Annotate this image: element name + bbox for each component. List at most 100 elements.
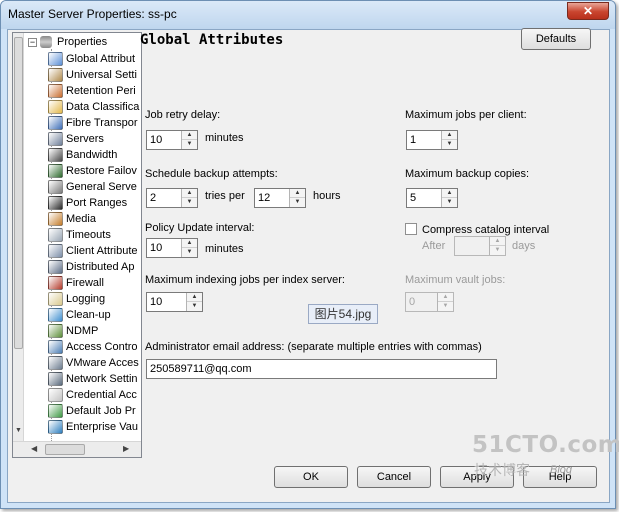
tree-item[interactable]: Timeouts	[47, 227, 141, 243]
stepper-down-icon[interactable]: ▼	[438, 302, 453, 311]
clean-up-icon	[48, 308, 63, 322]
horizontal-scrollbar-thumb[interactable]	[45, 444, 85, 455]
apply-button[interactable]: Apply	[440, 466, 514, 488]
properties-tree[interactable]: ▼ − Properties Global Attribut Universal …	[12, 32, 142, 458]
tree-item-label: Network Settin	[66, 373, 138, 385]
scrollbar-thumb[interactable]	[14, 37, 23, 349]
schedule-backup-attempts-stepper[interactable]: 2 ▲ ▼	[146, 188, 198, 208]
stepper-down-icon[interactable]: ▼	[290, 198, 305, 207]
policy-update-interval-label: Policy Update interval:	[145, 222, 255, 234]
database-icon	[40, 36, 52, 48]
defaults-button[interactable]: Defaults	[521, 28, 591, 50]
stepper-arrows[interactable]: ▲ ▼	[181, 189, 197, 207]
port-ranges-icon	[48, 196, 63, 210]
help-button[interactable]: Help	[523, 466, 597, 488]
schedule-hours-stepper[interactable]: 12 ▲ ▼	[254, 188, 306, 208]
compress-days-stepper[interactable]: ▲ ▼	[454, 236, 506, 256]
tree-horizontal-scrollbar[interactable]: ◀ ▶	[13, 441, 141, 457]
admin-email-field[interactable]: 250589711@qq.com	[146, 359, 497, 379]
stepper-down-icon[interactable]: ▼	[182, 140, 197, 149]
max-jobs-per-client-value: 1	[410, 134, 417, 146]
tree-item-label: Universal Setti	[66, 69, 137, 81]
tree-item[interactable]: Client Attribute	[47, 243, 141, 259]
job-retry-delay-stepper[interactable]: 10 ▲ ▼	[146, 130, 198, 150]
tree-item[interactable]: Data Classifica	[47, 99, 141, 115]
tree-item[interactable]: Bandwidth	[47, 147, 141, 163]
stepper-up-icon[interactable]: ▲	[290, 189, 305, 198]
max-jobs-per-client-label: Maximum jobs per client:	[405, 109, 527, 121]
scroll-down-arrow-icon[interactable]: ▼	[15, 427, 22, 434]
title-bar: Master Server Properties: ss-pc ✕	[1, 1, 615, 29]
stepper-down-icon[interactable]: ▼	[442, 198, 457, 207]
stepper-arrows[interactable]: ▲ ▼	[181, 131, 197, 149]
tree-item[interactable]: NDMP	[47, 323, 141, 339]
stepper-up-icon[interactable]: ▲	[182, 239, 197, 248]
compress-catalog-checkbox[interactable]	[405, 223, 417, 235]
tree-item[interactable]: Enterprise Vau	[47, 419, 141, 435]
stepper-down-icon[interactable]: ▼	[490, 246, 505, 255]
tree-vertical-scrollbar[interactable]: ▼	[13, 33, 24, 443]
tree-items: Global Attribut Universal Setti Retention …	[47, 51, 141, 435]
tree-item[interactable]: Fibre Transpor	[47, 115, 141, 131]
stepper-arrows[interactable]: ▲ ▼	[181, 239, 197, 257]
close-button[interactable]: ✕	[567, 2, 609, 20]
tree-item[interactable]: Access Contro	[47, 339, 141, 355]
tree-item[interactable]: Firewall	[47, 275, 141, 291]
stepper-arrows[interactable]: ▲ ▼	[186, 293, 202, 311]
credential-access-icon	[48, 388, 63, 402]
ok-button[interactable]: OK	[274, 466, 348, 488]
tree-item[interactable]: Universal Setti	[47, 67, 141, 83]
stepper-down-icon[interactable]: ▼	[182, 198, 197, 207]
stepper-up-icon[interactable]: ▲	[187, 293, 202, 302]
stepper-up-icon[interactable]: ▲	[438, 293, 453, 302]
stepper-up-icon[interactable]: ▲	[182, 189, 197, 198]
general-server-icon	[48, 180, 63, 194]
stepper-arrows[interactable]: ▲ ▼	[441, 189, 457, 207]
tree-item-label: Timeouts	[66, 229, 111, 241]
max-backup-copies-stepper[interactable]: 5 ▲ ▼	[406, 188, 458, 208]
tree-item[interactable]: Port Ranges	[47, 195, 141, 211]
tree-item[interactable]: VMware Acces	[47, 355, 141, 371]
max-vault-jobs-stepper[interactable]: 0 ▲ ▼	[405, 292, 454, 312]
tree-item-label: Fibre Transpor	[66, 117, 138, 129]
stepper-arrows[interactable]: ▲ ▼	[489, 237, 505, 255]
max-backup-copies-value: 5	[410, 192, 417, 204]
tree-item[interactable]: Default Job Pr	[47, 403, 141, 419]
tree-item[interactable]: Servers	[47, 131, 141, 147]
tree-item[interactable]: Credential Acc	[47, 387, 141, 403]
tree-item[interactable]: Media	[47, 211, 141, 227]
tree-item[interactable]: Clean-up	[47, 307, 141, 323]
tree-item[interactable]: Network Settin	[47, 371, 141, 387]
stepper-arrows[interactable]: ▲ ▼	[441, 131, 457, 149]
clock-icon	[48, 84, 63, 98]
stepper-down-icon[interactable]: ▼	[442, 140, 457, 149]
tree-item[interactable]: Distributed Ap	[47, 259, 141, 275]
stepper-up-icon[interactable]: ▲	[182, 131, 197, 140]
policy-update-interval-stepper[interactable]: 10 ▲ ▼	[146, 238, 198, 258]
cancel-button[interactable]: Cancel	[357, 466, 431, 488]
tree-item-label: Restore Failov	[66, 165, 137, 177]
max-indexing-jobs-value: 10	[150, 296, 163, 308]
max-indexing-jobs-label: Maximum indexing jobs per index server:	[145, 274, 345, 286]
max-jobs-per-client-stepper[interactable]: 1 ▲ ▼	[406, 130, 458, 150]
collapse-icon[interactable]: −	[28, 38, 37, 47]
tree-item[interactable]: Retention Peri	[47, 83, 141, 99]
stepper-up-icon[interactable]: ▲	[490, 237, 505, 246]
stepper-arrows[interactable]: ▲ ▼	[289, 189, 305, 207]
max-indexing-jobs-stepper[interactable]: 10 ▲ ▼	[146, 292, 203, 312]
stepper-down-icon[interactable]: ▼	[187, 302, 202, 311]
max-vault-jobs-value: 0	[409, 296, 416, 308]
stepper-up-icon[interactable]: ▲	[442, 131, 457, 140]
stepper-down-icon[interactable]: ▼	[182, 248, 197, 257]
tree-item[interactable]: Restore Failov	[47, 163, 141, 179]
admin-email-label: Administrator email address: (separate m…	[145, 341, 482, 353]
job-retry-delay-unit: minutes	[205, 132, 244, 144]
tree-item[interactable]: Global Attribut	[47, 51, 141, 67]
scroll-right-arrow-icon[interactable]: ▶	[123, 444, 129, 453]
stepper-arrows[interactable]: ▲ ▼	[437, 293, 453, 311]
scroll-left-arrow-icon[interactable]: ◀	[31, 444, 37, 453]
tree-item[interactable]: Logging	[47, 291, 141, 307]
tree-item[interactable]: General Serve	[47, 179, 141, 195]
stepper-up-icon[interactable]: ▲	[442, 189, 457, 198]
ndmp-icon	[48, 324, 63, 338]
